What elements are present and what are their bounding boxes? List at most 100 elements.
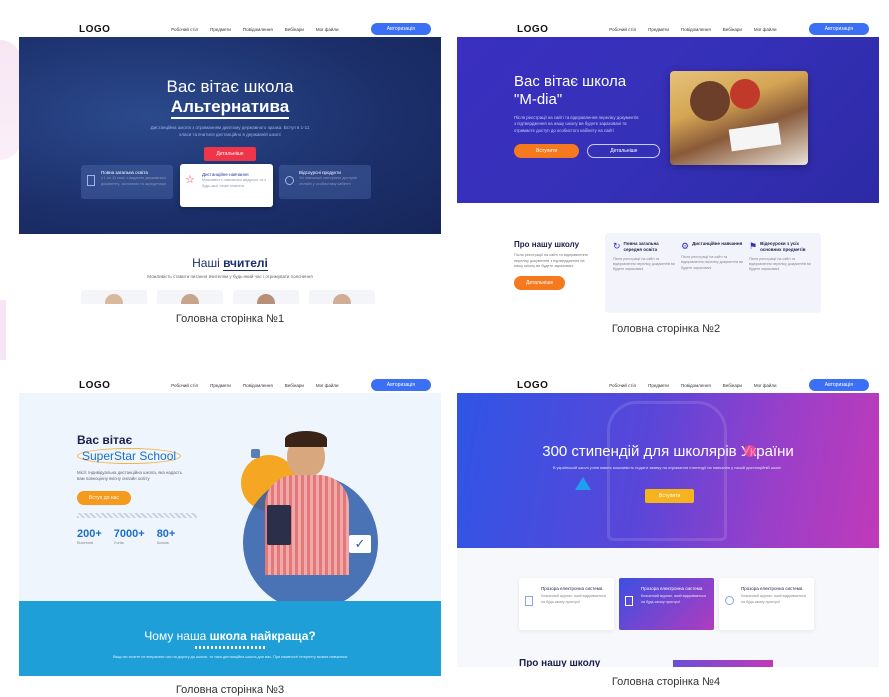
photo-paper (728, 122, 782, 152)
teacher-card[interactable] (81, 290, 147, 304)
nav-link[interactable]: Повідомлення (681, 383, 711, 388)
caption-4: Головна сторінка №4 (611, 676, 721, 688)
stat-label: Вчителів (77, 539, 94, 545)
auth-button[interactable]: Авторизація (808, 23, 869, 35)
hero-text: В українській школі учнів мають можливіс… (552, 465, 782, 470)
lock-icon (251, 449, 260, 458)
teacher-card[interactable] (233, 290, 299, 304)
stat: 80+ Класів (157, 528, 176, 545)
logo[interactable]: LOGO (79, 380, 139, 391)
logo[interactable]: LOGO (517, 24, 577, 35)
nav-links: Робочий стіл Предмети Повідомлення Вебін… (577, 27, 809, 32)
nav-link[interactable]: Вебінари (285, 27, 304, 32)
nav-link[interactable]: Предмети (210, 383, 231, 388)
nav-link[interactable]: Мої файли (754, 383, 777, 388)
nav-link[interactable]: Робочий стіл (609, 383, 636, 388)
teachers-text: Можливість ставити питання вчителям у бу… (147, 274, 313, 279)
feature-card-active[interactable]: ☆ Дистанційне навчання Можливість навчат… (180, 164, 273, 207)
feature-text: Класичний журнал, який відкривається на … (641, 594, 707, 604)
auth-button[interactable]: Авторизація (370, 379, 431, 391)
nav-link[interactable]: Робочий стіл (171, 27, 198, 32)
about-title: Про нашу школу (514, 240, 580, 249)
nav-link[interactable]: Предмети (210, 27, 231, 32)
nav-link[interactable]: Вебінари (723, 383, 742, 388)
why-title: Чому наша (144, 629, 207, 643)
about-text: Після реєстрації на сайті та відправленн… (514, 253, 588, 269)
hero-title-highlight: SuperStar School (77, 448, 182, 464)
stat-label: Учнів (113, 539, 124, 545)
feature-text: Усі навчальні матеріали доступні онлайн … (299, 176, 358, 186)
avatar (257, 294, 275, 304)
nav-link[interactable]: Мої файли (754, 27, 777, 32)
caption-3: Головна сторінка №3 (175, 684, 285, 696)
feature-card-active[interactable]: Прозора електронна система Класичний жур… (619, 578, 714, 630)
caption-1: Головна сторінка №1 (175, 313, 285, 325)
details-button[interactable]: Детальніше (587, 144, 661, 159)
preview-card-1[interactable]: LOGO Робочий стіл Предмети Повідомлення … (19, 17, 441, 304)
teachers-title-highlight: вчителі (223, 256, 268, 271)
hero-title: Вас вітає школа (514, 73, 627, 90)
document-icon (525, 596, 533, 606)
nav-links: Робочий стіл Предмети Повідомлення Вебін… (139, 27, 371, 32)
teachers-section: Наші вчителі Можливість ставити питання … (19, 234, 441, 304)
photo-figure (690, 81, 730, 121)
feature-card[interactable]: Відсоурсні продукти Усі навчальні матері… (279, 165, 371, 199)
feature-text: Після реєстрації на сайті та відправленн… (681, 255, 743, 270)
teachers-title: Наші (192, 256, 220, 270)
nav-link[interactable]: Повідомлення (243, 27, 273, 32)
logo[interactable]: LOGO (79, 24, 139, 35)
nav-link[interactable]: Предмети (648, 383, 669, 388)
nav-link[interactable]: Предмети (648, 27, 669, 32)
preview-card-2[interactable]: LOGO Робочий стіл Предмети Повідомлення … (457, 17, 879, 314)
nav-link[interactable]: Повідомлення (681, 27, 711, 32)
feature-text: Класичний журнал, який відкривається на … (541, 594, 607, 604)
preview-card-4[interactable]: LOGO Робочий стіл Предмети Повідомлення … (457, 373, 879, 667)
clock-icon (285, 176, 294, 185)
nav-link[interactable]: Мої файли (316, 27, 339, 32)
hero-title: Вас вітає (77, 433, 133, 447)
feature-card[interactable]: Повна загальна освіта з 1 по 11 клас з в… (81, 165, 173, 199)
feature-text: Класичний журнал, який відкривається на … (741, 594, 807, 604)
preview-card-3[interactable]: LOGO Робочий стіл Предмети Повідомлення … (19, 373, 441, 676)
triangle-icon (575, 477, 591, 490)
hero-section: 300 стипендій для школярів України В укр… (457, 393, 879, 548)
feature-item[interactable]: ⚙ Дистанційне навчання Після реєстрації н… (681, 241, 749, 305)
student-hair (285, 431, 327, 447)
hero-text: Дистанційна школа з отриманням диплому д… (150, 125, 310, 137)
nav-links: Робочий стіл Предмети Повідомлення Вебін… (577, 383, 809, 388)
star-icon: ☆ (185, 174, 195, 186)
nav-link[interactable]: Мої файли (316, 383, 339, 388)
auth-button[interactable]: Авторизація (808, 379, 869, 391)
hero-title-highlight: Альтернатива (170, 97, 290, 119)
hero-section: Вас вітає SuperStar School Місії: Індиві… (19, 393, 441, 610)
stat-value: 7000+ (113, 527, 145, 540)
nav-link[interactable]: Робочий стіл (171, 383, 198, 388)
details-button[interactable]: Детальніше (514, 276, 566, 291)
feature-card[interactable]: Прозора електронна система Класичний жур… (519, 578, 614, 630)
stat-label: Класів (156, 539, 169, 545)
logo[interactable]: LOGO (517, 380, 577, 391)
feature-title: Дистанційне навчання (692, 241, 743, 246)
caption-2: Головна сторінка №2 (611, 323, 721, 335)
enroll-button[interactable]: Вступ до нас (77, 490, 131, 505)
nav-link[interactable]: Вебінари (723, 27, 742, 32)
feature-item[interactable]: ⚑ Відеоуроки з усіх основних предметів Пі… (749, 241, 813, 305)
details-button[interactable]: Детальніше (204, 146, 256, 161)
checkmark-icon: ✓ (349, 535, 371, 553)
feature-item[interactable]: ↻ Повна загальна середня освіта Після реє… (613, 241, 681, 305)
nav-link[interactable]: Повідомлення (243, 383, 273, 388)
nav-links: Робочий стіл Предмети Повідомлення Вебін… (139, 383, 371, 388)
hero-illustration: ✓ (239, 431, 389, 610)
feature-card[interactable]: Прозора електронна система Класичний жур… (719, 578, 814, 630)
stat-value: 200+ (77, 527, 102, 540)
stat-value: 80+ (156, 527, 176, 540)
about-image (673, 660, 773, 667)
enroll-button[interactable]: Вступити (645, 489, 695, 503)
teacher-card[interactable] (309, 290, 375, 304)
avatar (105, 294, 123, 304)
teacher-card[interactable] (157, 290, 223, 304)
nav-link[interactable]: Вебінари (285, 383, 304, 388)
enroll-button[interactable]: Вступити (514, 144, 580, 159)
auth-button[interactable]: Авторизація (370, 23, 431, 35)
nav-link[interactable]: Робочий стіл (609, 27, 636, 32)
